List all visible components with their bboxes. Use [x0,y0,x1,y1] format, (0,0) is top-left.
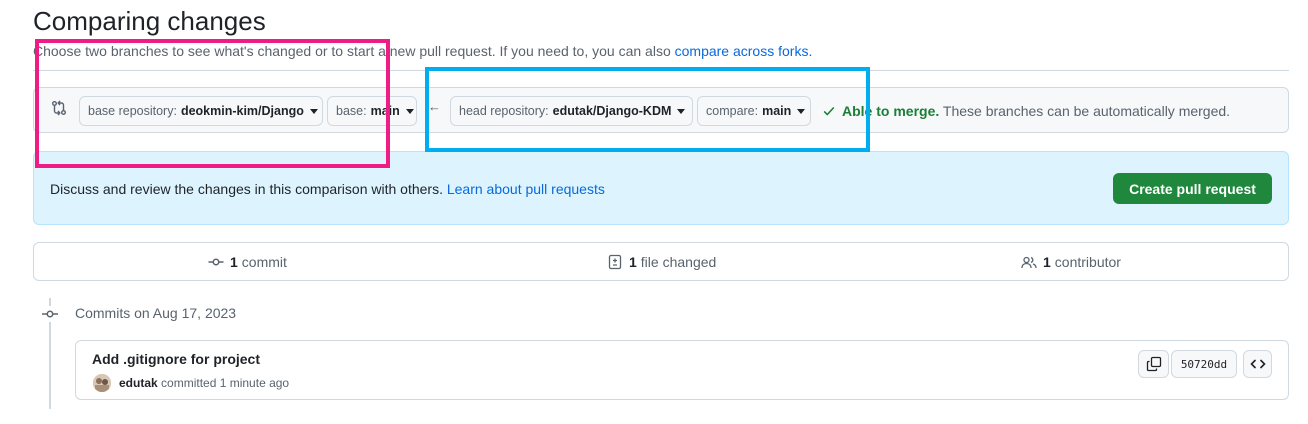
contributors-count: 1 [1043,254,1051,270]
commit-sha: 50720dd [1180,357,1228,371]
commit-author-link[interactable]: edutak [119,376,158,390]
commits-date-heading: Commits on Aug 17, 2023 [75,305,237,321]
code-icon [1249,359,1266,369]
divider [33,70,1289,71]
commits-stat[interactable]: 1 commit [208,254,287,270]
callout-message: Discuss and review the changes in this c… [50,181,443,197]
base-branch-value: main [370,104,400,118]
people-icon [1021,256,1037,269]
git-commit-icon [41,306,59,322]
head-repository-value: edutak/Django-KDM [552,104,672,118]
compare-branch-label: compare: [706,104,759,118]
commit-sha-link[interactable]: 50720dd [1171,350,1237,378]
head-repository-select[interactable]: head repository: edutak/Django-KDM [450,96,693,126]
arrow-left-icon: ← [428,99,441,114]
avatar[interactable] [93,374,111,392]
commit-list-item [75,340,1289,400]
files-count: 1 [629,254,637,270]
create-pull-request-button[interactable]: Create pull request [1113,173,1272,204]
callout-text: Discuss and review the changes in this c… [50,181,605,197]
commit-time: committed 1 minute ago [161,376,290,390]
browse-code-button[interactable] [1243,350,1272,378]
file-diff-icon [608,254,622,270]
merge-status-label: Able to merge. [842,103,940,119]
commit-message-link[interactable]: Add .gitignore for project [92,351,260,367]
base-branch-select[interactable]: base: main [327,96,417,126]
caret-down-icon [677,108,686,114]
subtitle-text: Choose two branches to see what's change… [33,43,671,59]
page-title: Comparing changes [33,6,266,36]
compare-across-forks-link[interactable]: compare across forks. [675,43,813,59]
page-subtitle: Choose two branches to see what's change… [33,43,812,59]
merge-status: Able to merge. These branches can be aut… [822,103,1230,119]
commits-label: commit [241,254,287,270]
caret-down-icon [309,108,318,114]
check-icon [823,106,835,116]
merge-status-note: These branches can be automatically merg… [942,103,1231,119]
compare-branch-value: main [762,104,792,118]
caret-down-icon [797,108,806,114]
commits-count: 1 [230,254,238,270]
base-repository-select[interactable]: base repository: deokmin-kim/Django [79,96,323,126]
copy-icon [1146,356,1161,372]
files-stat[interactable]: 1 file changed [607,254,716,270]
contributors-stat[interactable]: 1 contributor [1021,254,1121,270]
contributors-label: contributor [1054,254,1121,270]
base-repository-label: base repository: [88,104,177,118]
head-repository-label: head repository: [459,104,549,118]
git-compare-icon [51,100,67,116]
learn-about-pull-requests-link[interactable]: Learn about pull requests [447,181,605,197]
compare-branch-select[interactable]: compare: main [697,96,811,126]
base-branch-label: base: [336,104,367,118]
base-repository-value: deokmin-kim/Django [180,104,304,118]
caret-down-icon [405,108,414,114]
git-commit-icon [208,258,224,266]
files-label: file changed [640,254,717,270]
copy-sha-button[interactable] [1138,350,1169,378]
commit-meta: edutak committed 1 minute ago [119,376,289,390]
